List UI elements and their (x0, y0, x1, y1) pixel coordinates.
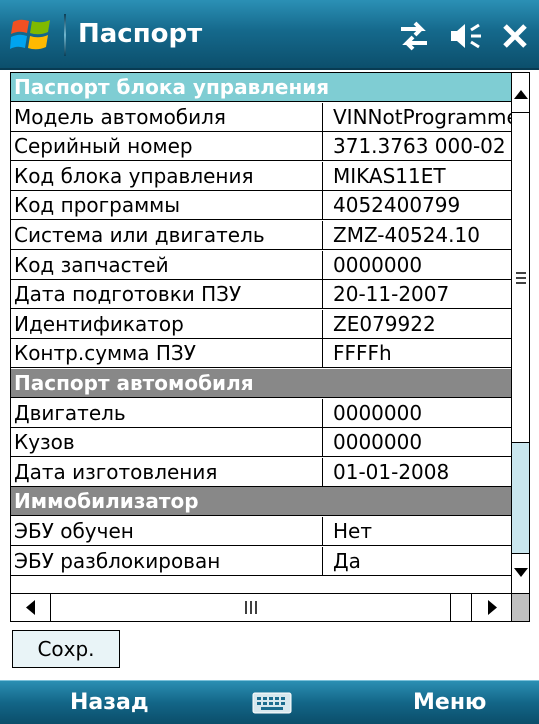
field-value: ZMZ-40524.10 (333, 223, 480, 247)
arrow-left-icon (26, 600, 35, 615)
field-value: 20-11-2007 (333, 282, 450, 307)
field-label: ЭБУ обучен (11, 517, 323, 545)
save-button[interactable]: Сохр. (12, 630, 120, 668)
field-value: VINNotProgrammed (333, 104, 511, 129)
field-label: Код блока управления (11, 161, 323, 190)
vertical-scroll-thumb[interactable] (512, 113, 529, 443)
arrow-up-icon (514, 90, 528, 99)
table-row[interactable]: Система или двигатель ZMZ-40524.10 (11, 221, 511, 250)
back-softkey[interactable]: Назад (70, 690, 149, 715)
field-value: 0000000 (333, 430, 423, 455)
field-value: 0000000 (333, 252, 423, 277)
table-row[interactable]: Дата изготовления 01-01-2008 (11, 457, 511, 487)
field-label: Код запчастей (11, 250, 323, 279)
section-header: Паспорт автомобиля (11, 369, 511, 398)
table-row[interactable]: Код программы 4052400799 (11, 191, 511, 221)
section-header-label: Иммобилизатор (14, 489, 199, 514)
horizontal-scrollbar[interactable] (11, 593, 511, 621)
section-header-label: Паспорт блока управления (14, 75, 330, 99)
field-label: Серийный номер (11, 132, 323, 161)
title-bar: Паспорт (0, 0, 539, 70)
field-value: Нет (333, 519, 372, 543)
menu-softkey[interactable]: Меню (413, 690, 486, 715)
grip-icon (516, 272, 526, 284)
table-row[interactable]: Дата подготовки ПЗУ 20-11-2007 (11, 280, 511, 310)
table-row[interactable]: Кузов 0000000 (11, 428, 511, 458)
field-label: ЭБУ разблокирован (11, 546, 323, 575)
field-value: 0000000 (333, 400, 423, 425)
vertical-scrollbar[interactable] (511, 73, 529, 593)
volume-icon[interactable] (449, 21, 483, 51)
scroll-up-button[interactable] (512, 73, 529, 113)
field-value: MIKAS11ET (333, 163, 446, 188)
table-row[interactable]: Контр.сумма ПЗУ FFFFh (11, 339, 511, 369)
field-value: 371.3763 000-02 (333, 134, 506, 159)
table-row[interactable]: Код блока управления MIKAS11ET (11, 161, 511, 191)
keyboard-icon[interactable] (252, 692, 292, 714)
arrow-down-icon (514, 568, 528, 577)
section-header-label: Паспорт автомобиля (14, 371, 254, 395)
arrow-right-icon (488, 600, 497, 615)
grid-rows: Паспорт блока управления Модель автомобил… (11, 73, 511, 593)
connectivity-icon[interactable] (397, 21, 431, 51)
field-label: Кузов (11, 428, 323, 457)
field-value: 01-01-2008 (333, 459, 450, 484)
table-row[interactable]: Идентификатор ZE079922 (11, 309, 511, 339)
field-label: Идентификатор (11, 309, 323, 338)
table-row[interactable]: Код запчастей 0000000 (11, 250, 511, 280)
windows-start-icon[interactable] (10, 14, 54, 56)
window-title: Паспорт (78, 19, 203, 49)
close-icon[interactable] (501, 22, 529, 50)
field-value: ZE079922 (333, 311, 436, 336)
passport-grid: Паспорт блока управления Модель автомобил… (10, 72, 530, 622)
status-icons (397, 16, 529, 56)
field-label: Код программы (11, 191, 323, 220)
field-label: Система или двигатель (11, 221, 323, 249)
table-row[interactable]: ЭБУ обучен Нет (11, 517, 511, 546)
scroll-right-button[interactable] (471, 594, 511, 621)
table-row[interactable]: Серийный номер 371.3763 000-02 (11, 132, 511, 162)
scroll-down-button[interactable] (512, 553, 529, 593)
horizontal-scroll-thumb[interactable] (51, 594, 451, 621)
field-value: Да (333, 548, 361, 573)
field-label: Контр.сумма ПЗУ (11, 339, 323, 368)
field-value: 4052400799 (333, 193, 461, 218)
table-row[interactable]: ЭБУ разблокирован Да (11, 546, 511, 576)
menu-bar: Назад Меню (0, 680, 539, 724)
field-label: Модель автомобиля (11, 102, 323, 131)
scrollbar-corner (511, 593, 529, 621)
field-label: Дата изготовления (11, 457, 323, 486)
section-header: Иммобилизатор (11, 487, 511, 517)
field-label: Двигатель (11, 398, 323, 427)
field-label: Дата подготовки ПЗУ (11, 280, 323, 309)
table-row[interactable]: Двигатель 0000000 (11, 398, 511, 428)
grip-icon (245, 601, 257, 614)
field-value: FFFFh (333, 341, 392, 366)
table-row[interactable]: Модель автомобиля VINNotProgrammed (11, 102, 511, 132)
title-separator (64, 14, 66, 56)
section-header: Паспорт блока управления (11, 73, 511, 102)
scroll-left-button[interactable] (11, 594, 51, 621)
